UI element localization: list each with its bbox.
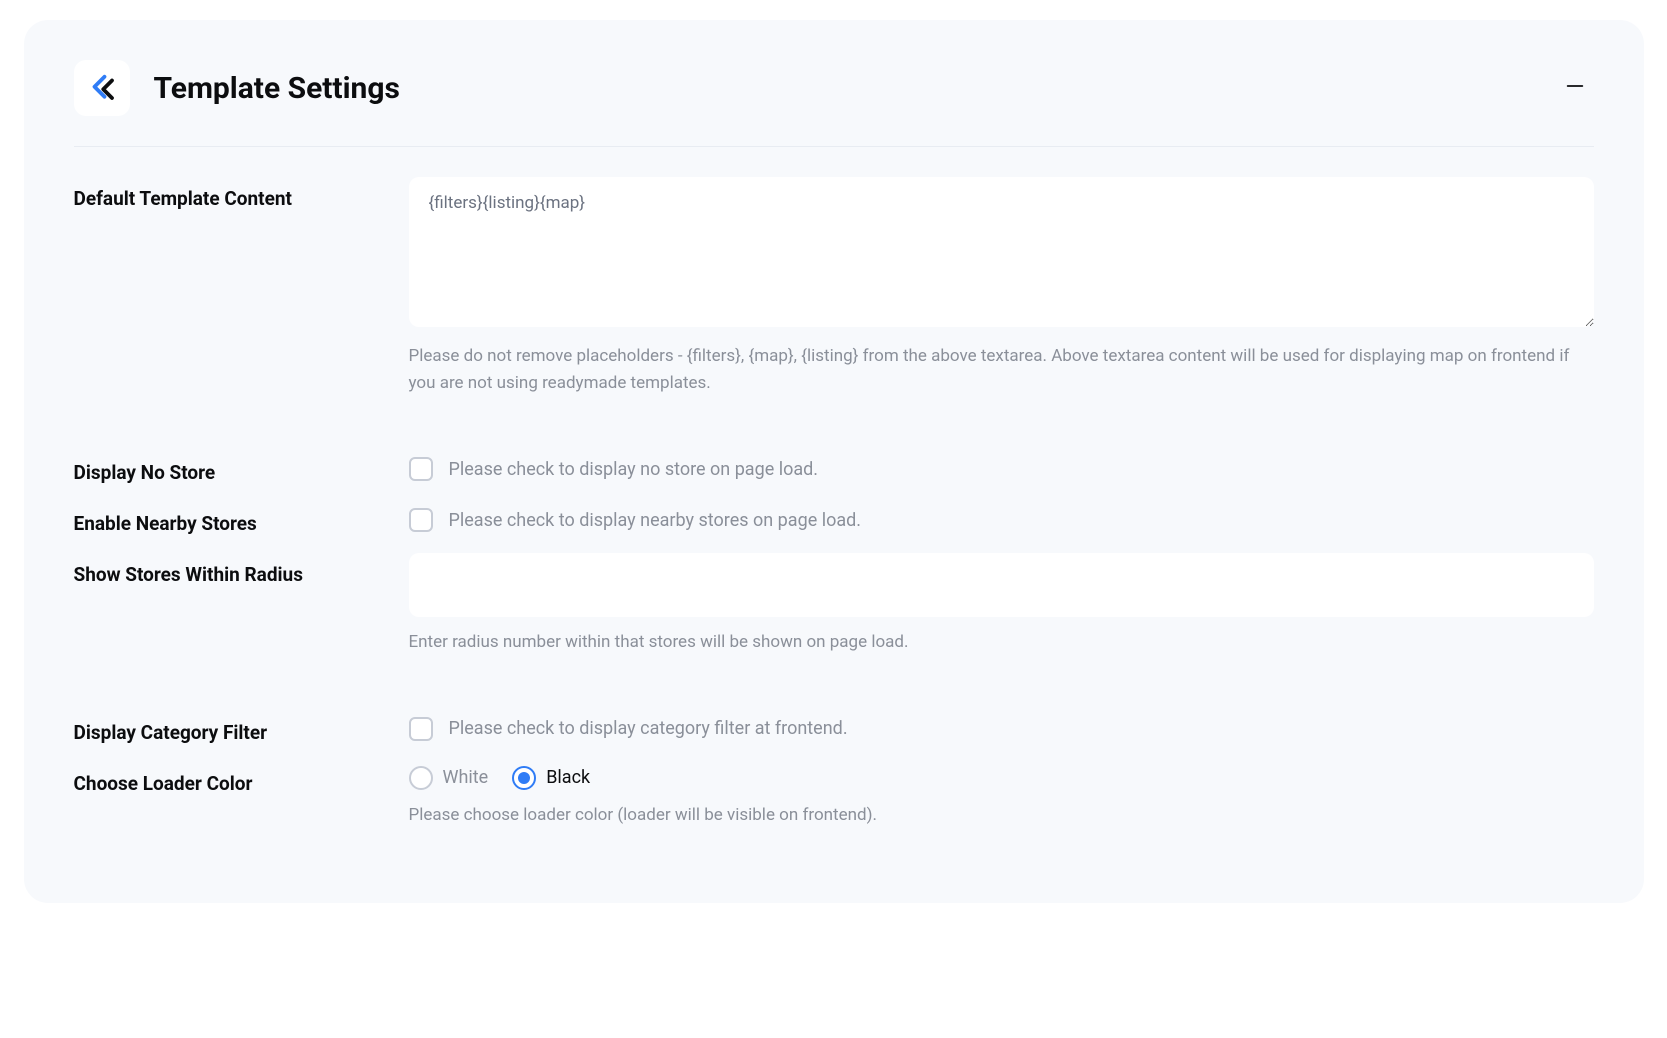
label-show-stores-within-radius: Show Stores Within Radius (74, 553, 409, 586)
label-display-no-store: Display No Store (74, 451, 409, 484)
row-enable-nearby-stores: Enable Nearby Stores Please check to dis… (74, 502, 1594, 535)
checkbox-row-display-no-store: Please check to display no store on page… (409, 451, 1594, 481)
label-default-template-content: Default Template Content (74, 177, 409, 210)
control-show-stores-within-radius: Enter radius number within that stores w… (409, 553, 1594, 656)
loader-color-white-radio[interactable] (409, 766, 433, 790)
row-display-no-store: Display No Store Please check to display… (74, 451, 1594, 484)
helper-default-template-content: Please do not remove placeholders - {fil… (409, 343, 1594, 397)
loader-color-white-label: White (443, 767, 489, 788)
checkbox-row-enable-nearby-stores: Please check to display nearby stores on… (409, 502, 1594, 532)
control-display-no-store: Please check to display no store on page… (409, 451, 1594, 481)
panel-header: Template Settings (74, 60, 1594, 147)
panel-title: Template Settings (154, 71, 400, 106)
row-show-stores-within-radius: Show Stores Within Radius Enter radius n… (74, 553, 1594, 656)
loader-color-white-option[interactable]: White (409, 766, 489, 790)
display-category-filter-checkbox[interactable] (409, 717, 433, 741)
display-no-store-checkbox[interactable] (409, 457, 433, 481)
row-display-category-filter: Display Category Filter Please check to … (74, 711, 1594, 744)
row-default-template-content: Default Template Content Please do not r… (74, 177, 1594, 397)
enable-nearby-stores-checkbox[interactable] (409, 508, 433, 532)
radio-row-loader-color: White Black (409, 762, 1594, 790)
control-enable-nearby-stores: Please check to display nearby stores on… (409, 502, 1594, 532)
helper-choose-loader-color: Please choose loader color (loader will … (409, 802, 1594, 829)
panel-header-left: Template Settings (74, 60, 400, 116)
template-settings-panel: Template Settings Default Template Conte… (24, 20, 1644, 903)
control-choose-loader-color: White Black Please choose loader color (… (409, 762, 1594, 829)
default-template-content-textarea[interactable] (409, 177, 1594, 327)
row-choose-loader-color: Choose Loader Color White Black Please c… (74, 762, 1594, 829)
collapse-button[interactable] (1556, 74, 1594, 102)
helper-show-stores-within-radius: Enter radius number within that stores w… (409, 629, 1594, 656)
control-display-category-filter: Please check to display category filter … (409, 711, 1594, 741)
loader-color-black-radio[interactable] (512, 766, 536, 790)
loader-color-black-option[interactable]: Black (512, 766, 590, 790)
label-display-category-filter: Display Category Filter (74, 711, 409, 744)
control-default-template-content: Please do not remove placeholders - {fil… (409, 177, 1594, 397)
enable-nearby-stores-checkbox-label: Please check to display nearby stores on… (449, 510, 862, 531)
label-enable-nearby-stores: Enable Nearby Stores (74, 502, 409, 535)
loader-color-black-label: Black (546, 767, 590, 788)
display-category-filter-checkbox-label: Please check to display category filter … (449, 718, 848, 739)
checkbox-row-display-category-filter: Please check to display category filter … (409, 711, 1594, 741)
app-logo-icon (74, 60, 130, 116)
show-stores-within-radius-input[interactable] (409, 553, 1594, 617)
display-no-store-checkbox-label: Please check to display no store on page… (449, 459, 819, 480)
label-choose-loader-color: Choose Loader Color (74, 762, 409, 795)
